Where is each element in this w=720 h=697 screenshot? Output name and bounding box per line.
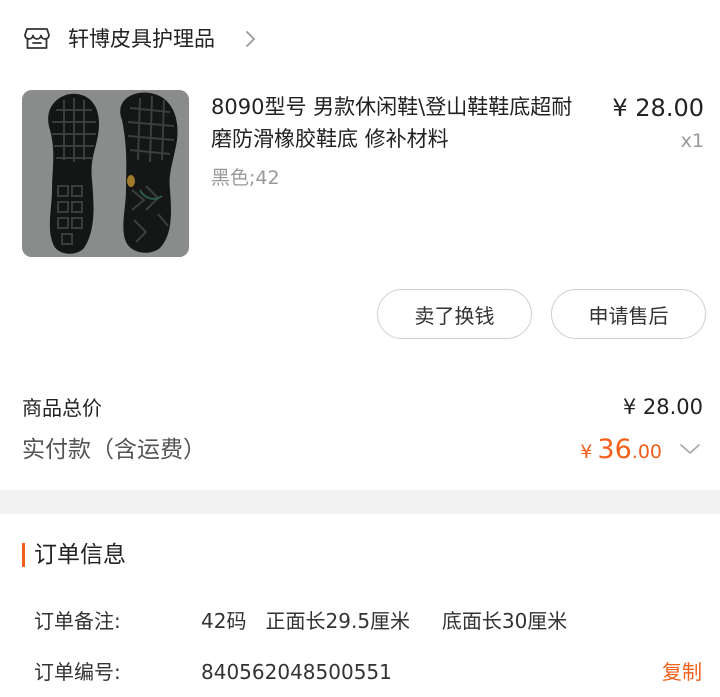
store-icon (24, 28, 50, 49)
goods-total-label: 商品总价 (22, 396, 102, 420)
store-header[interactable]: 轩博皮具护理品 (0, 0, 720, 78)
product-title[interactable]: 8090型号 男款休闲鞋\登山鞋鞋底超耐磨防滑橡胶鞋底 修补材料 (211, 91, 591, 155)
chevron-down-icon[interactable] (678, 440, 702, 458)
section-divider (0, 490, 720, 514)
product-price: ¥ 28.00 (612, 94, 704, 122)
paid-integer: 36 (597, 434, 632, 465)
paid-amount-value[interactable]: ¥ 36.00 (580, 432, 662, 471)
product-sku: 黑色;42 (211, 167, 280, 189)
paid-currency: ¥ (580, 441, 593, 463)
goods-total-value: ¥ 28.00 (622, 395, 703, 419)
store-name[interactable]: 轩博皮具护理品 (68, 24, 215, 54)
order-number-value: 840562048500551 (201, 660, 392, 684)
product-thumbnail[interactable] (22, 90, 189, 257)
order-number-label: 订单编号: (34, 660, 121, 684)
order-remark-label: 订单备注: (34, 609, 121, 633)
paid-decimal: .00 (631, 441, 662, 463)
order-info-title: 订单信息 (34, 542, 126, 568)
copy-order-number-button[interactable]: 复制 (662, 658, 702, 686)
chevron-right-icon[interactable] (242, 26, 260, 52)
sell-resale-button[interactable]: 卖了换钱 (377, 289, 532, 339)
section-accent-bar (22, 543, 25, 567)
product-quantity: x1 (680, 130, 704, 152)
shoe-sole-image (22, 90, 189, 257)
order-remark-value: 42码 正面长29.5厘米 底面长30厘米 (201, 609, 568, 633)
after-sale-button[interactable]: 申请售后 (551, 289, 706, 339)
paid-amount-label: 实付款（含运费） (22, 437, 206, 463)
